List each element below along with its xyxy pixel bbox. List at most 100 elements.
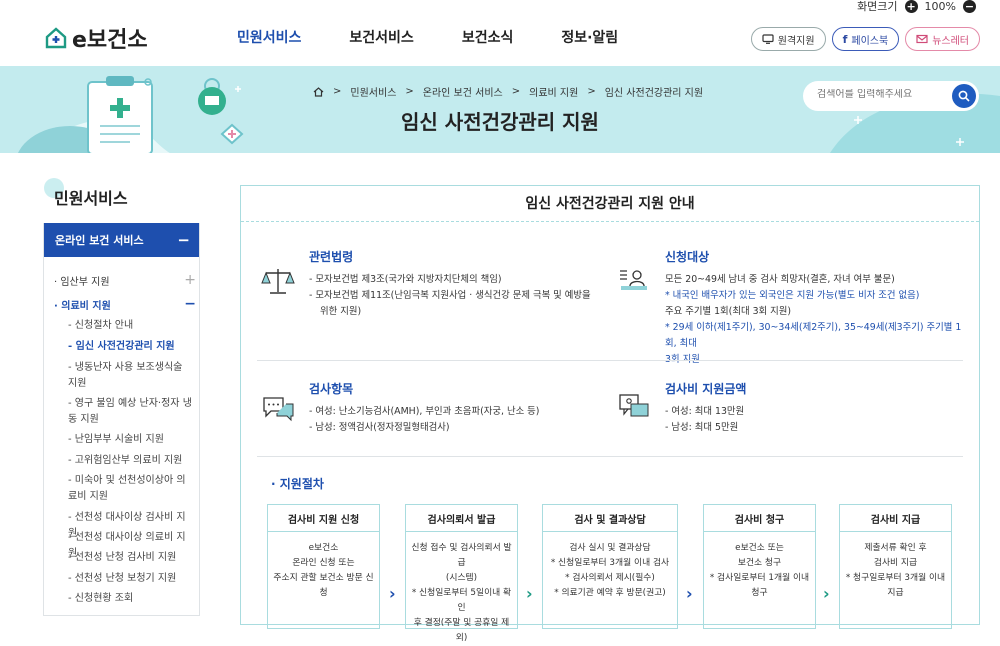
- search-button[interactable]: [952, 84, 976, 108]
- sidebar-subitem[interactable]: - 냉동난자 사용 보조생식술 지원: [68, 360, 194, 392]
- chevron-right-icon: ›: [526, 584, 533, 603]
- law-block: 관련법령 - 모자보건법 제3조(국가와 지방자치단체의 책임) - 모자보건법…: [309, 248, 609, 320]
- search-box: [803, 81, 979, 111]
- procedure-step: 검사의뢰서 발급 신청 접수 및 검사의뢰서 발급 (시스템) * 신청일로부터 5…: [405, 504, 518, 643]
- remote-support-button[interactable]: 원격지원: [750, 27, 826, 51]
- sidebar-title: 민원서비스: [54, 189, 128, 208]
- search-input[interactable]: [817, 89, 947, 100]
- law-line: - 모자보건법 제3조(국가와 지방자치단체의 책임): [309, 274, 502, 285]
- sidebar-subitem[interactable]: - 미숙아 및 선천성이상아 의료비 지원: [68, 473, 194, 505]
- zoom-value: 100%: [924, 0, 956, 13]
- monitor-icon: [762, 34, 774, 44]
- amount-line: - 여성: 최대 13만원: [665, 406, 745, 417]
- test-item-line: - 여성: 난소기능검사(AMH), 부인과 초음파(자궁, 난소 등): [309, 406, 540, 417]
- expand-icon: +: [184, 272, 196, 288]
- zoom-control: 화면크기 + 100% −: [857, 0, 976, 13]
- sidebar-item-label: 임산부 지원: [60, 276, 110, 288]
- target-line: 모든 20~49세 남녀 중 검사 희망자(결혼, 자녀 여부 불문): [665, 274, 895, 285]
- section-divider: [257, 360, 963, 361]
- amount-block: 검사비 지원금액 - 여성: 최대 13만원 - 남성: 최대 5만원: [665, 380, 965, 436]
- chevron-right-icon: >: [405, 86, 414, 97]
- step-desc: 신청 접수 및 검사의뢰서 발급 (시스템) * 신청일로부터 5일이내 확인 후 결…: [411, 543, 512, 643]
- breadcrumb: > 민원서비스 > 온라인 보건 서비스 > 의료비 지원 > 임신 사전건강관…: [313, 84, 703, 99]
- sidebar-subitem[interactable]: - 신청절차 안내: [68, 318, 194, 334]
- section-divider: [257, 456, 963, 457]
- envelope-icon: [916, 34, 928, 44]
- facebook-icon: f: [842, 32, 848, 46]
- collapse-icon: −: [177, 231, 190, 249]
- chevron-right-icon: >: [333, 86, 342, 97]
- chevron-right-icon: >: [587, 86, 596, 97]
- sidebar-menu: 온라인 보건 서비스 − · 임산부 지원 + · 의료비 지원 − - 신청절…: [43, 223, 200, 616]
- sidebar-subitem-current[interactable]: - 임신 사전건강관리 지원: [68, 339, 194, 355]
- sidebar-subitem[interactable]: - 선천성 난청 검사비 지원: [68, 550, 194, 566]
- consult-icon: [619, 394, 649, 417]
- main-nav: 민원서비스 보건서비스 보건소식 정보·알림: [237, 27, 666, 47]
- house-plus-icon: [45, 27, 67, 49]
- home-icon[interactable]: [313, 86, 324, 97]
- step-desc: e보건소 온라인 신청 또는 주소지 관할 보건소 방문 신청: [273, 543, 374, 598]
- procedure-step: 검사 및 결과상담 검사 실시 및 결과상담 * 신청일로부터 3개월 이내 검사…: [542, 504, 678, 629]
- nav-civil-service[interactable]: 민원서비스: [237, 27, 301, 47]
- sidebar-item-pregnant-support[interactable]: · 임산부 지원 +: [54, 272, 196, 288]
- law-title: 관련법령: [309, 250, 354, 264]
- applicant-icon: [620, 270, 647, 290]
- sidebar-subitem[interactable]: - 난임부부 시술비 지원: [68, 432, 194, 448]
- remote-support-label: 원격지원: [777, 35, 815, 47]
- chevron-right-icon: ›: [389, 584, 396, 603]
- sidebar-subitem[interactable]: - 신청현황 조회: [68, 591, 194, 607]
- step-title: 검사 및 결과상담: [543, 505, 677, 532]
- zoom-out-button[interactable]: −: [963, 0, 976, 13]
- sidebar-item-label: 의료비 지원: [61, 300, 111, 312]
- sidebar-subitem[interactable]: - 고위험임산부 의료비 지원: [68, 453, 194, 469]
- amount-line: - 남성: 최대 5만원: [665, 422, 739, 433]
- scale-icon: [261, 269, 295, 294]
- law-line: - 모자보건법 제11조(난임극복 지원사업 · 생식건강 문제 극복 및 예방…: [309, 290, 591, 301]
- target-line: 주요 주기별 1회(최대 3회 지원): [665, 306, 792, 317]
- zoom-in-button[interactable]: +: [904, 0, 918, 13]
- page-banner: > 민원서비스 > 온라인 보건 서비스 > 의료비 지원 > 임신 사전건강관…: [0, 66, 1000, 153]
- target-block: 신청대상 모든 20~49세 남녀 중 검사 희망자(결혼, 자녀 여부 불문)…: [665, 248, 970, 368]
- newsletter-label: 뉴스레터: [932, 35, 969, 47]
- utility-links: 원격지원 f 페이스북 뉴스레터: [750, 27, 980, 51]
- content-panel: 임신 사전건강관리 지원 안내 관련법령 - 모자보건법 제3조(국가와 지방자…: [240, 185, 980, 643]
- breadcrumb-item[interactable]: 민원서비스: [350, 84, 396, 99]
- procedure-step: 검사비 지급 제출서류 확인 후 검사비 지급 * 청구일로부터 3개월 이내 지급: [839, 504, 952, 629]
- sidebar-section-online-health[interactable]: 온라인 보건 서비스 −: [44, 223, 199, 257]
- procedure-step: 검사비 청구 e보건소 또는 보건소 청구 * 검사일로부터 1개월 이내 청구: [703, 504, 816, 629]
- test-items-title: 검사항목: [309, 382, 354, 396]
- sidebar-subitem[interactable]: - 선천성 난청 보청기 지원: [68, 571, 194, 587]
- sidebar-section-label: 온라인 보건 서비스: [55, 234, 144, 247]
- step-desc: 검사 실시 및 결과상담 * 신청일로부터 3개월 이내 검사 * 검사의뢰서 제시…: [550, 543, 670, 598]
- chevron-right-icon: ›: [823, 584, 830, 603]
- step-title: 검사비 청구: [704, 505, 815, 532]
- site-header: e보건소 민원서비스 보건서비스 보건소식 정보·알림 원격지원 f 페이스북 …: [0, 12, 1000, 66]
- test-items-block: 검사항목 - 여성: 난소기능검사(AMH), 부인과 초음파(자궁, 난소 등…: [309, 380, 609, 436]
- breadcrumb-item[interactable]: 의료비 지원: [529, 84, 578, 99]
- breadcrumb-item[interactable]: 온라인 보건 서비스: [423, 84, 503, 99]
- step-title: 검사비 지급: [840, 505, 951, 532]
- test-item-line: - 남성: 정액검사(정자정밀형태검사): [309, 422, 450, 433]
- facebook-button[interactable]: f 페이스북: [831, 27, 900, 51]
- sidebar-subitem[interactable]: - 영구 불임 예상 난자·정자 냉동 지원: [68, 396, 194, 428]
- step-desc: e보건소 또는 보건소 청구 * 검사일로부터 1개월 이내 청구: [709, 543, 810, 598]
- procedure-step: 검사비 지원 신청 e보건소 온라인 신청 또는 주소지 관할 보건소 방문 신청: [267, 504, 380, 629]
- amount-title: 검사비 지원금액: [665, 382, 747, 396]
- newsletter-button[interactable]: 뉴스레터: [905, 27, 980, 51]
- step-title: 검사의뢰서 발급: [406, 505, 517, 532]
- search-icon: [958, 90, 970, 102]
- chevron-right-icon: >: [511, 86, 521, 97]
- chevron-right-icon: ›: [686, 584, 693, 603]
- nav-health-news[interactable]: 보건소식: [462, 27, 514, 47]
- sidebar-item-medical-support[interactable]: · 의료비 지원 −: [54, 296, 196, 312]
- chat-bubble-icon: [263, 397, 294, 422]
- target-note: * 내국인 배우자가 있는 외국인은 지원 가능(별도 비자 조건 없음): [665, 290, 920, 301]
- zoom-label: 화면크기: [857, 0, 898, 13]
- content-title: 임신 사전건강관리 지원 안내: [241, 186, 979, 222]
- logo-text: e보건소: [72, 28, 148, 53]
- site-logo[interactable]: e보건소: [44, 22, 148, 54]
- nav-info-notice[interactable]: 정보·알림: [561, 27, 618, 47]
- step-title: 검사비 지원 신청: [268, 505, 379, 532]
- nav-health-service[interactable]: 보건서비스: [349, 27, 413, 47]
- target-title: 신청대상: [665, 250, 710, 264]
